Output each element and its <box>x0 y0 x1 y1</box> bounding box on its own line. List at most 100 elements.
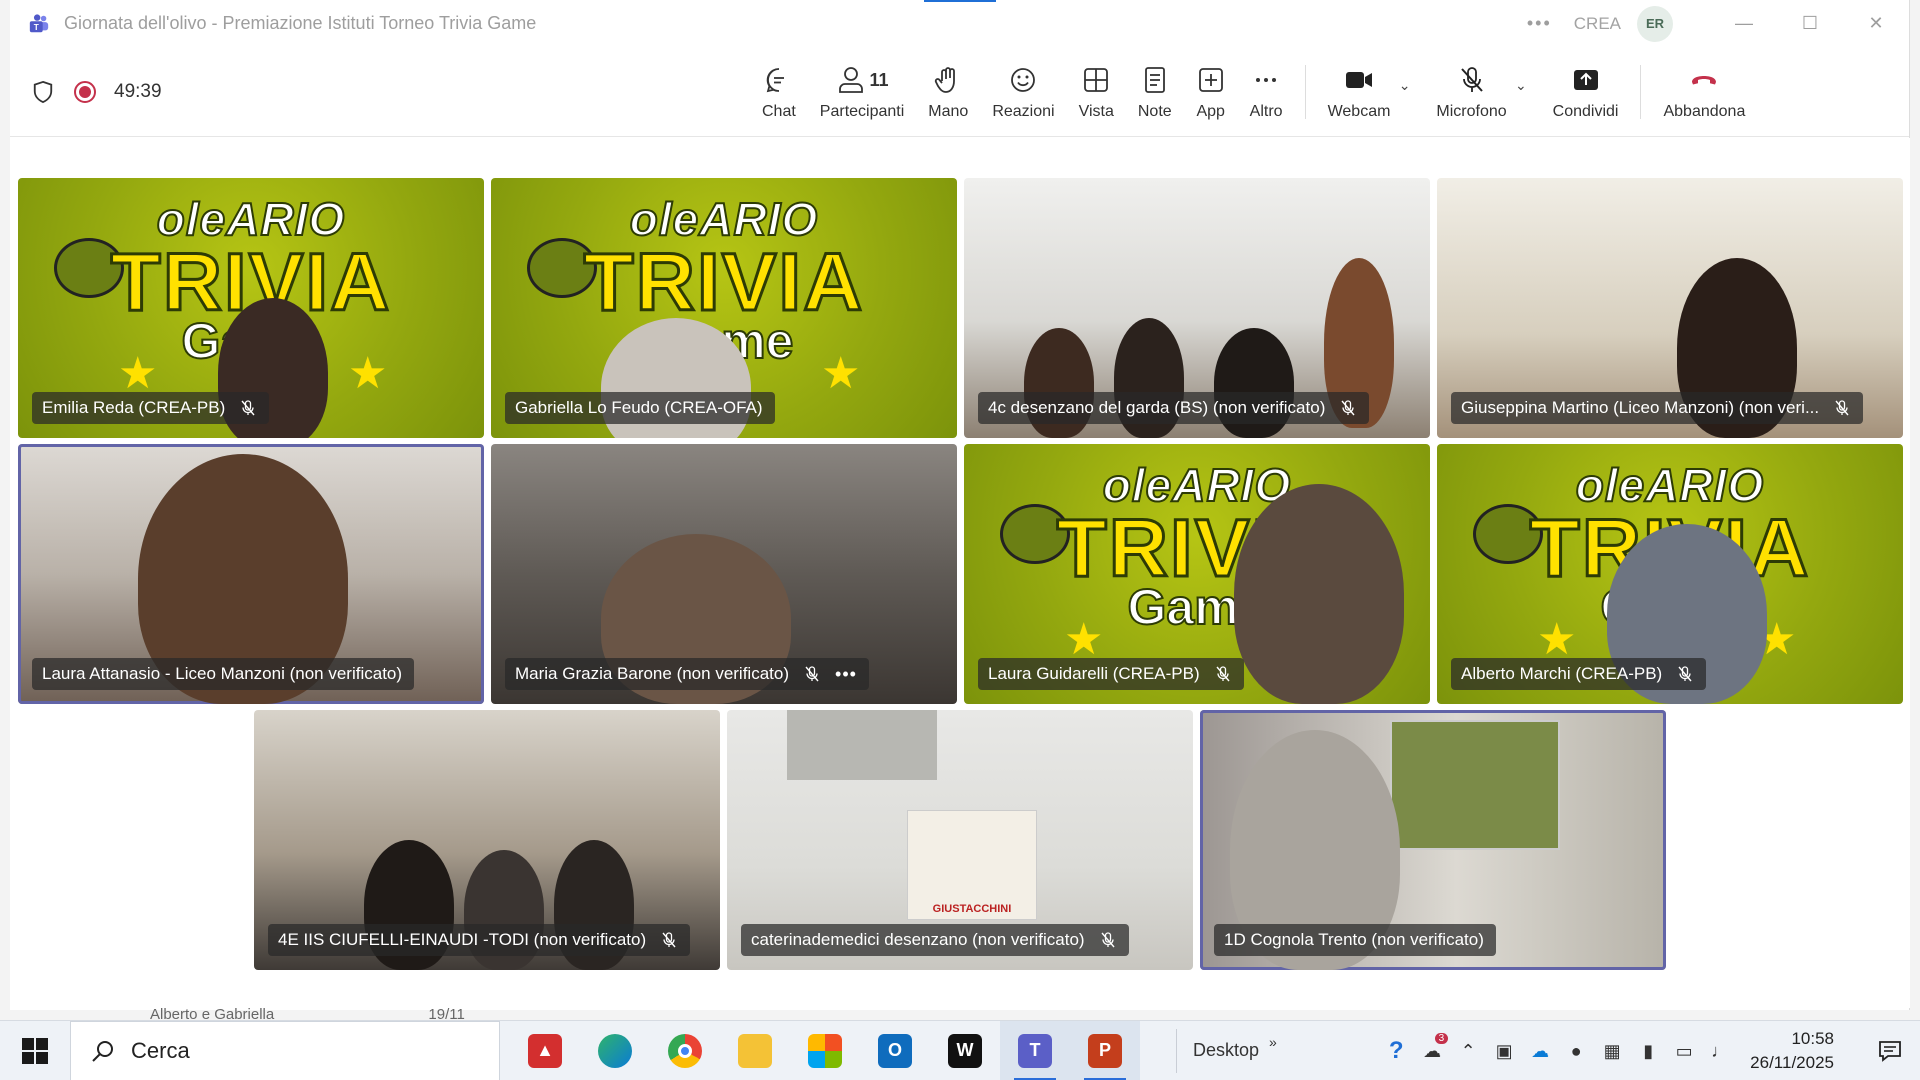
participant-name: Alberto Marchi (CREA-PB) <box>1461 664 1663 683</box>
participant-label: Alberto Marchi (CREA-PB) <box>1451 658 1707 690</box>
apps-button[interactable]: App <box>1184 47 1238 137</box>
mic-off-icon <box>805 666 819 682</box>
taskbar-search[interactable]: Cerca <box>70 1020 500 1080</box>
notification-badge: 3 <box>1434 1033 1449 1044</box>
video-tile[interactable]: oleARIO TRIVIA Game ★ Laura Guidarelli (… <box>964 444 1430 704</box>
view-button[interactable]: Vista <box>1067 47 1126 137</box>
leave-button[interactable]: Abbandona <box>1651 47 1757 137</box>
onedrive-icon[interactable]: ☁ <box>1522 1021 1558 1080</box>
participant-video <box>1234 484 1404 704</box>
taskbar-acrobat[interactable]: ▲ <box>510 1021 580 1080</box>
desktop-label: Desktop <box>1193 1040 1260 1060</box>
more-options-icon[interactable]: ••• <box>835 664 857 685</box>
microphone-button[interactable]: Microfono ⌄ <box>1424 47 1527 137</box>
participant-label: Giuseppina Martino (Liceo Manzoni) (non … <box>1451 392 1864 424</box>
volume-icon[interactable]: ♩ <box>1702 1021 1738 1080</box>
help-icon[interactable]: ? <box>1378 1021 1414 1080</box>
participant-label: 4c desenzano del garda (BS) (non verific… <box>978 392 1370 424</box>
apps-label: App <box>1196 103 1225 120</box>
network-icon[interactable]: ▭ <box>1666 1021 1702 1080</box>
taskbar-edge[interactable] <box>580 1021 650 1080</box>
wall-poster: GIUSTACCHINI <box>907 810 1037 920</box>
notes-label: Note <box>1137 103 1172 120</box>
video-tile[interactable]: oleARIO TRIVIA Game ★ ★ Alberto Marchi (… <box>1437 444 1903 704</box>
participant-label: caterinademedici desenzano (non verifica… <box>741 924 1129 956</box>
battery-icon[interactable]: ▮ <box>1630 1021 1666 1080</box>
taskbar-file-explorer[interactable] <box>720 1021 790 1080</box>
participant-name: Emilia Reda (CREA-PB) <box>42 398 226 417</box>
participants-count: 11 <box>869 69 889 90</box>
participant-name: Laura Attanasio - Liceo Manzoni (non ver… <box>42 664 403 683</box>
video-tile[interactable]: oleARIO TRIVIA Game ★ Gabriella Lo Feudo… <box>491 178 957 438</box>
meet-now-icon[interactable]: ▣ <box>1486 1021 1522 1080</box>
more-button[interactable]: Altro <box>1238 47 1295 137</box>
mic-off-icon <box>1101 932 1115 948</box>
star-icon: ★ <box>821 349 861 398</box>
video-tile[interactable]: Giuseppina Martino (Liceo Manzoni) (non … <box>1437 178 1903 438</box>
capture-icon[interactable]: ▦ <box>1594 1021 1630 1080</box>
notes-button[interactable]: Note <box>1126 47 1184 137</box>
taskbar-powerpoint[interactable]: P <box>1070 1020 1140 1080</box>
start-button[interactable] <box>0 1021 70 1080</box>
reactions-button[interactable]: Reazioni <box>980 47 1066 137</box>
microphone-icon[interactable]: ● <box>1558 1021 1594 1080</box>
weather-icon[interactable]: ☁ 3 <box>1414 1021 1450 1080</box>
video-tile[interactable]: 4E IIS CIUFELLI-EINAUDI -TODI (non verif… <box>254 710 720 970</box>
video-tile[interactable]: oleARIO TRIVIA Game ★ ★ Emilia Reda (CRE… <box>18 178 484 438</box>
taskbar-teams[interactable]: T <box>1000 1020 1070 1080</box>
svg-text:T: T <box>34 22 39 31</box>
store-icon <box>808 1033 842 1068</box>
mic-chevron-icon[interactable]: ⌄ <box>1515 77 1527 94</box>
shield-icon[interactable] <box>32 80 54 104</box>
participants-button[interactable]: 11 Partecipanti <box>808 47 917 137</box>
video-stage: oleARIO TRIVIA Game ★ ★ Emilia Reda (CRE… <box>10 138 1910 1008</box>
chrome-icon <box>668 1033 702 1068</box>
leave-label: Abbandona <box>1663 103 1746 120</box>
more-options-icon[interactable]: ••• <box>1527 13 1552 34</box>
video-tile[interactable]: Maria Grazia Barone (non verificato) ••• <box>491 444 957 704</box>
close-button[interactable]: ✕ <box>1843 0 1909 47</box>
participant-label: Emilia Reda (CREA-PB) <box>32 392 270 424</box>
participant-name: Giuseppina Martino (Liceo Manzoni) (non … <box>1461 398 1820 417</box>
share-button[interactable]: Condividi <box>1541 47 1631 137</box>
star-icon: ★ <box>348 349 388 398</box>
video-tile[interactable]: 1D Cognola Trento (non verificato) <box>1200 710 1666 970</box>
teams-window: T Giornata dell'olivo - Premiazione Isti… <box>10 0 1910 1010</box>
video-tile[interactable]: GIUSTACCHINI caterinademedici desenzano … <box>727 710 1193 970</box>
taskbar-webex[interactable]: W <box>930 1021 1000 1080</box>
people-icon <box>838 67 863 93</box>
clock-time: 10:58 <box>1791 1029 1834 1048</box>
chevron-up-icon[interactable]: ⌃ <box>1450 1021 1486 1080</box>
ac-unit <box>787 710 937 780</box>
chevron-right-icon[interactable]: » <box>1269 1034 1277 1050</box>
webex-icon: W <box>948 1033 982 1068</box>
participant-name: Laura Guidarelli (CREA-PB) <box>988 664 1200 683</box>
participant-label: Laura Attanasio - Liceo Manzoni (non ver… <box>32 658 415 690</box>
desktop-toolbar[interactable]: Desktop » <box>1176 1028 1277 1073</box>
minimize-button[interactable]: — <box>1711 0 1777 47</box>
participant-label: Laura Guidarelli (CREA-PB) <box>978 658 1244 690</box>
tab-indicator <box>924 0 996 2</box>
webcam-button[interactable]: Webcam ⌄ <box>1316 47 1410 137</box>
view-label: Vista <box>1078 103 1114 120</box>
chat-button[interactable]: Chat <box>750 47 808 137</box>
recording-icon <box>74 80 96 103</box>
teams-icon: T <box>29 13 49 32</box>
folder-icon <box>738 1033 772 1068</box>
webcam-chevron-icon[interactable]: ⌄ <box>1399 77 1411 94</box>
avatar[interactable]: ER <box>1637 5 1673 42</box>
taskbar-outlook[interactable]: O <box>860 1021 930 1080</box>
taskbar-store[interactable] <box>790 1021 860 1080</box>
video-tile[interactable]: Laura Attanasio - Liceo Manzoni (non ver… <box>18 444 484 704</box>
mic-off-icon <box>1835 400 1849 416</box>
share-label: Condividi <box>1552 103 1619 120</box>
raise-hand-button[interactable]: Mano <box>916 47 980 137</box>
participant-name: 1D Cognola Trento (non verificato) <box>1224 930 1484 949</box>
taskbar-chrome[interactable] <box>650 1021 720 1080</box>
video-tile[interactable]: 4c desenzano del garda (BS) (non verific… <box>964 178 1430 438</box>
notification-center-icon[interactable] <box>1870 1021 1910 1080</box>
maximize-button[interactable]: ☐ <box>1777 0 1843 47</box>
system-clock[interactable]: 10:58 26/11/2025 <box>1750 1027 1834 1075</box>
participant-label: Gabriella Lo Feudo (CREA-OFA) <box>505 392 775 424</box>
org-name: CREA <box>1573 13 1621 33</box>
